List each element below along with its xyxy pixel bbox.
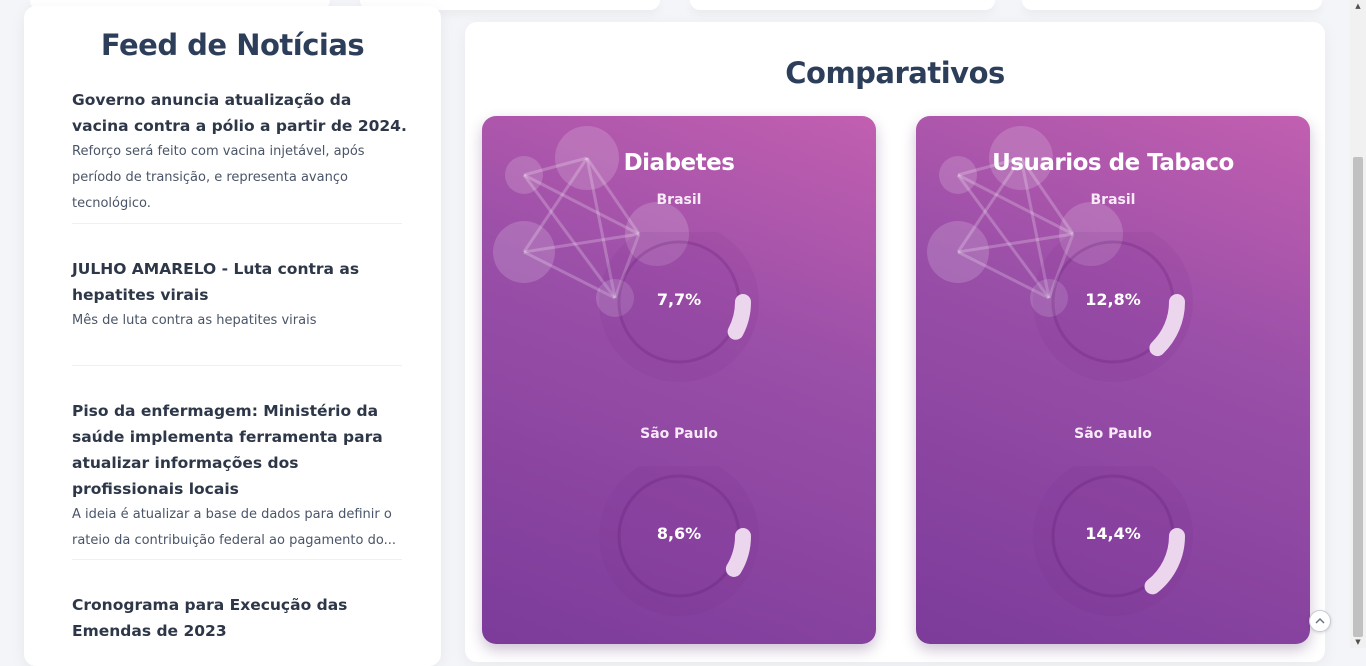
chevron-up-icon bbox=[1315, 617, 1325, 624]
news-summary: A ideia é atualizar a base de dados para… bbox=[72, 507, 396, 548]
news-headline[interactable]: Governo anuncia atualização da vacina co… bbox=[72, 87, 412, 139]
scrollbar-thumb[interactable] bbox=[1353, 157, 1363, 637]
region-label-sao-paulo: São Paulo bbox=[640, 426, 718, 442]
news-headline[interactable]: JULHO AMARELO - Luta contra as hepatites… bbox=[72, 256, 412, 308]
gauge-value-brasil: 7,7% bbox=[656, 290, 702, 309]
region-label-brasil: Brasil bbox=[656, 192, 702, 208]
news-feed-card: Feed de Notícias Governo anuncia atualiz… bbox=[24, 6, 441, 666]
stat-card-title: Usuarios de Tabaco bbox=[992, 150, 1234, 176]
news-summary: Reforço será feito com vacina injetável,… bbox=[72, 144, 365, 211]
scroll-down-arrow[interactable]: ▼ bbox=[1350, 636, 1366, 648]
news-headline[interactable]: Cronograma para Execução das Emendas de … bbox=[72, 592, 412, 644]
gauge-sao-paulo bbox=[599, 466, 759, 616]
gauge-value-brasil: 12,8% bbox=[1085, 290, 1141, 309]
news-feed-title: Feed de Notícias bbox=[100, 28, 365, 62]
news-summary: Mês de luta contra as hepatites virais bbox=[72, 313, 317, 328]
gauge-brasil bbox=[1033, 232, 1193, 382]
news-item[interactable]: JULHO AMARELO - Luta contra as hepatites… bbox=[72, 256, 412, 334]
back-to-top-button[interactable] bbox=[1309, 610, 1331, 632]
news-divider bbox=[72, 559, 402, 560]
news-item[interactable]: Piso da enfermagem: Ministério da saúde … bbox=[72, 398, 412, 554]
top-card-edge bbox=[690, 0, 995, 10]
news-item[interactable]: Cronograma para Execução das Emendas de … bbox=[72, 592, 412, 644]
news-headline[interactable]: Piso da enfermagem: Ministério da saúde … bbox=[72, 398, 412, 502]
region-label-sao-paulo: São Paulo bbox=[1074, 426, 1152, 442]
region-label-brasil: Brasil bbox=[1090, 192, 1136, 208]
page-scrollbar[interactable]: ▲ ▼ bbox=[1350, 0, 1366, 648]
news-item[interactable]: Governo anuncia atualização da vacina co… bbox=[72, 87, 412, 217]
gauge-value-sao-paulo: 8,6% bbox=[656, 524, 702, 543]
news-divider bbox=[72, 223, 402, 224]
stat-card-diabetes: Diabetes Brasil 7,7% São Paulo 8,6% bbox=[482, 116, 876, 644]
stat-card-title: Diabetes bbox=[623, 150, 735, 176]
stat-card-tabaco: Usuarios de Tabaco Brasil 12,8% São Paul… bbox=[916, 116, 1310, 644]
gauge-brasil bbox=[599, 232, 759, 382]
gauge-value-sao-paulo: 14,4% bbox=[1085, 524, 1141, 543]
comparativos-title: Comparativos bbox=[785, 56, 1005, 90]
gauge-sao-paulo bbox=[1033, 466, 1193, 616]
scroll-up-arrow[interactable]: ▲ bbox=[1350, 0, 1366, 12]
news-divider bbox=[72, 365, 402, 366]
top-card-edge bbox=[1022, 0, 1322, 10]
